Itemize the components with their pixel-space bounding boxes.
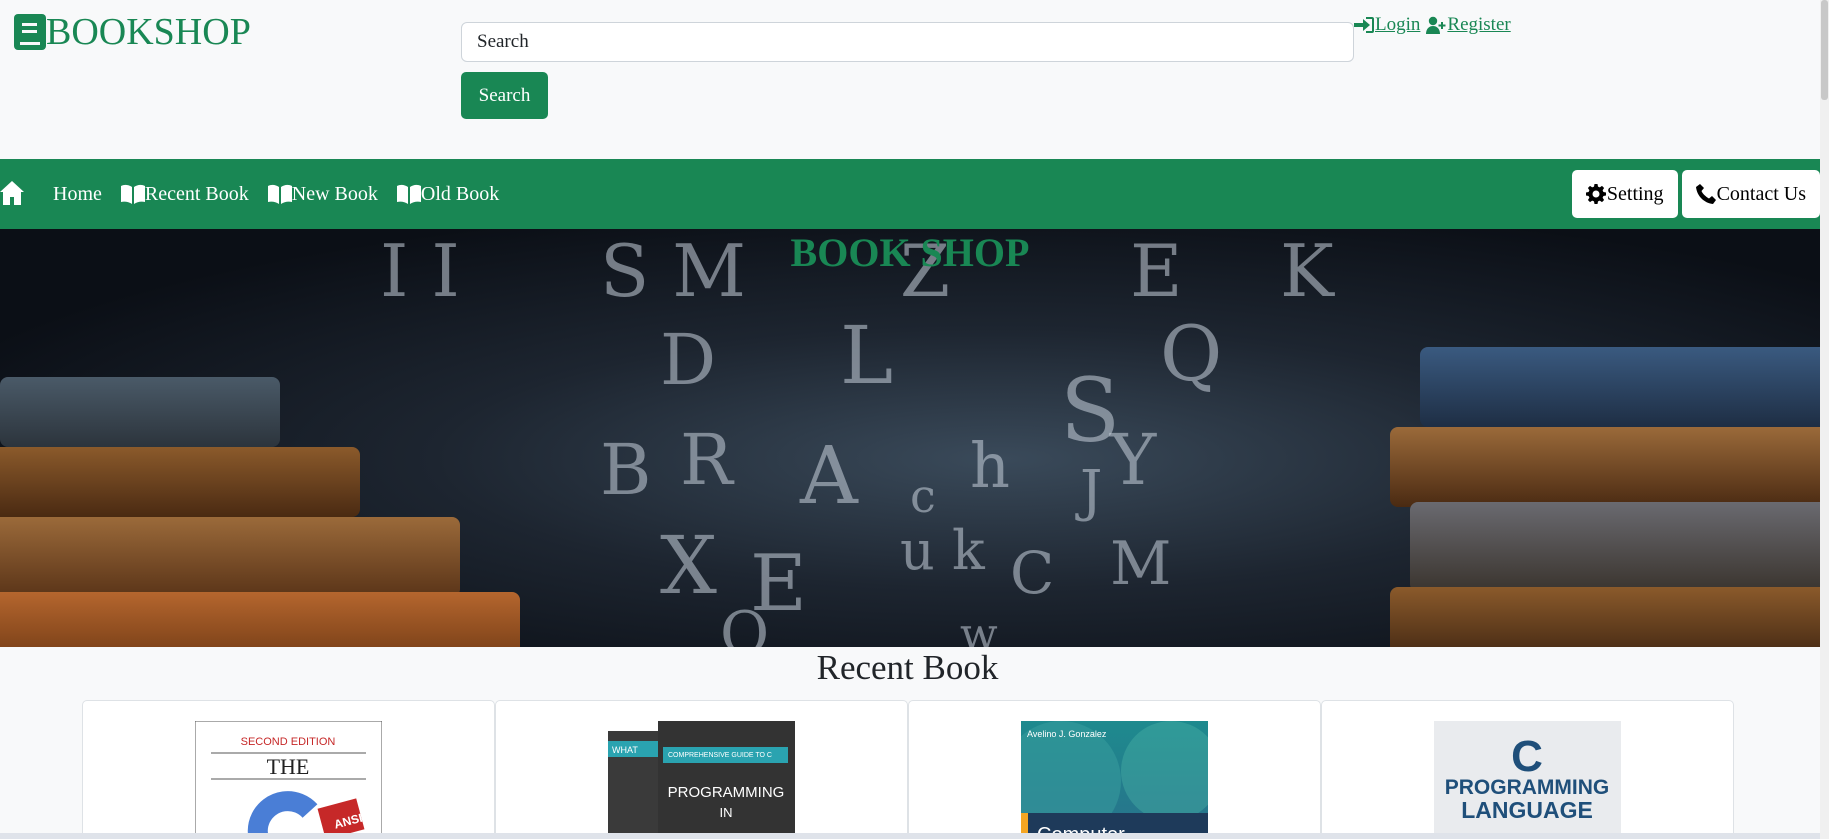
- top-header: BOOKSHOP Search Login Register: [0, 0, 1820, 159]
- login-link[interactable]: Login: [1354, 14, 1420, 36]
- book-card[interactable]: SECOND EDITION THE ANSI: [82, 700, 495, 839]
- cover-series: COMPREHENSIVE GUIDE TO C: [668, 752, 772, 759]
- nav-links: Home Recent Book New Book Old Book: [53, 159, 518, 229]
- setting-label: Setting: [1606, 182, 1664, 205]
- recent-book-cards: SECOND EDITION THE ANSI WHAT COMPREHENSI…: [82, 700, 1734, 839]
- book-cover-image: WHAT COMPREHENSIVE GUIDE TO C PROGRAMMIN…: [608, 721, 795, 839]
- nav-item-old-book[interactable]: Old Book: [396, 182, 500, 206]
- cover-letter: C: [1511, 732, 1543, 781]
- cover-sub: IN: [720, 805, 733, 820]
- recent-book-heading: Recent Book: [816, 648, 999, 687]
- contact-us-button[interactable]: Contact Us: [1681, 170, 1820, 218]
- setting-button[interactable]: Setting: [1571, 170, 1678, 218]
- nav-right-buttons: Setting Contact Us: [1571, 170, 1820, 218]
- books-illustration-left: [0, 357, 540, 647]
- book-cover-image: SECOND EDITION THE ANSI: [195, 721, 382, 839]
- open-book-icon: [267, 184, 292, 204]
- cover-edition: SECOND EDITION: [241, 736, 336, 748]
- nav-recent-label: Recent Book: [144, 182, 249, 205]
- register-link[interactable]: Register: [1426, 14, 1511, 36]
- books-illustration-right: [1390, 347, 1820, 647]
- scrollbar-thumb[interactable]: [1821, 0, 1828, 100]
- nav-old-label: Old Book: [420, 182, 500, 205]
- contact-label: Contact Us: [1716, 182, 1806, 205]
- book-cover-image: Avelino J. Gonzalez Computer: [1021, 721, 1208, 839]
- nav-item-recent-book[interactable]: Recent Book: [120, 182, 249, 206]
- nav-item-home[interactable]: Home: [53, 183, 102, 206]
- cover-title: PROGRAMMING: [668, 784, 785, 801]
- book-icon: [14, 14, 46, 50]
- cover-title: THE: [267, 754, 310, 779]
- auth-links: Login Register: [1354, 14, 1511, 36]
- nav-item-new-book[interactable]: New Book: [267, 182, 378, 206]
- cover-tab: WHAT: [612, 745, 638, 755]
- login-icon: [1354, 17, 1374, 33]
- open-book-icon: [120, 184, 145, 204]
- login-label: Login: [1375, 14, 1421, 35]
- gear-icon: [1585, 184, 1606, 204]
- nav-home-label: Home: [53, 182, 102, 205]
- cover-author: Avelino J. Gonzalez: [1027, 729, 1107, 739]
- search-input[interactable]: [461, 22, 1354, 62]
- book-card[interactable]: Avelino J. Gonzalez Computer: [908, 700, 1321, 839]
- hero-title: BOOK SHOP: [790, 230, 1030, 275]
- page-bottom-edge: [0, 833, 1820, 839]
- hero-banner: I I S M Z E K D L S Q R A h Y B X E u k …: [0, 229, 1820, 647]
- brand-logo[interactable]: BOOKSHOP: [14, 10, 251, 54]
- search-button[interactable]: Search: [461, 72, 548, 119]
- cover-title: PROGRAMMING: [1445, 776, 1610, 799]
- nav-new-label: New Book: [291, 182, 378, 205]
- book-cover-image: C PROGRAMMING LANGUAGE: [1434, 721, 1621, 839]
- open-book-icon: [396, 184, 421, 204]
- book-card[interactable]: WHAT COMPREHENSIVE GUIDE TO C PROGRAMMIN…: [495, 700, 908, 839]
- home-icon[interactable]: [0, 180, 24, 206]
- register-label: Register: [1447, 14, 1511, 35]
- main-navbar: Home Recent Book New Book Old Book Setti…: [0, 159, 1820, 229]
- book-card[interactable]: C PROGRAMMING LANGUAGE: [1321, 700, 1734, 839]
- phone-icon: [1695, 184, 1716, 204]
- user-plus-icon: [1426, 16, 1446, 34]
- brand-name: BOOKSHOP: [46, 11, 251, 53]
- cover-sub: LANGUAGE: [1461, 797, 1593, 823]
- vertical-scrollbar[interactable]: [1820, 0, 1829, 839]
